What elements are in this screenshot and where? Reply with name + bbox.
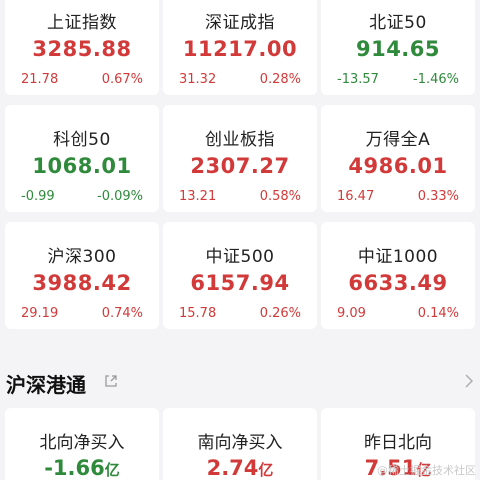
index-name: 创业板指: [205, 130, 275, 150]
flow-unit: 亿: [104, 461, 120, 479]
index-change-pct: 0.74%: [101, 306, 143, 321]
share-icon[interactable]: [104, 374, 118, 388]
index-price: 3988.42: [32, 271, 132, 295]
index-change: 31.32: [179, 72, 217, 87]
index-name: 中证1000: [357, 247, 439, 267]
index-change: 29.19: [21, 306, 59, 321]
index-change-pct: -1.46%: [413, 72, 459, 87]
flow-card[interactable]: 南向净买入 2.74亿: [163, 408, 317, 480]
index-card[interactable]: 北证50 914.65 -13.57 -1.46%: [321, 0, 475, 95]
flow-unit: 亿: [258, 461, 274, 479]
index-change-pct: 0.67%: [101, 72, 143, 87]
index-change-pct: 0.14%: [417, 306, 459, 321]
index-card[interactable]: 创业板指 2307.27 13.21 0.58%: [163, 105, 317, 212]
index-change: -0.99: [21, 189, 55, 204]
section-title: 沪深港通: [6, 373, 86, 397]
index-price: 3285.88: [32, 37, 132, 61]
flow-value: 2.74: [206, 456, 259, 480]
flow-name: 南向净买入: [197, 433, 283, 453]
index-change: 15.78: [179, 306, 217, 321]
index-grid: 上证指数 3285.88 21.78 0.67% 深证成指 11217.00 3…: [5, 0, 475, 329]
index-change-pct: 0.26%: [259, 306, 301, 321]
index-change: 13.21: [179, 189, 217, 204]
index-change: 9.09: [337, 306, 366, 321]
flow-value-wrap: 2.74亿: [163, 456, 317, 480]
index-price: 1068.01: [32, 154, 132, 178]
index-name: 万得全A: [365, 130, 431, 150]
section-header[interactable]: 沪深港通: [0, 355, 480, 407]
index-price: 2307.27: [190, 154, 290, 178]
index-change-pct: 0.58%: [259, 189, 301, 204]
index-change: -13.57: [337, 72, 379, 87]
index-name: 科创50: [53, 130, 111, 150]
index-name: 深证成指: [205, 13, 275, 33]
chevron-right-icon[interactable]: [464, 372, 474, 390]
index-card[interactable]: 深证成指 11217.00 31.32 0.28%: [163, 0, 317, 95]
index-change: 16.47: [337, 189, 375, 204]
index-card[interactable]: 万得全A 4986.01 16.47 0.33%: [321, 105, 475, 212]
flow-card[interactable]: 北向净买入 -1.66亿: [5, 408, 159, 480]
index-price: 914.65: [355, 37, 441, 61]
watermark: @稀土掘金技术社区: [377, 464, 476, 477]
index-card[interactable]: 科创50 1068.01 -0.99 -0.09%: [5, 105, 159, 212]
flow-value: -1.66: [44, 456, 105, 480]
flow-value-wrap: -1.66亿: [5, 456, 159, 480]
index-card[interactable]: 中证500 6157.94 15.78 0.26%: [163, 222, 317, 329]
index-name: 北证50: [369, 13, 427, 33]
index-card[interactable]: 上证指数 3285.88 21.78 0.67%: [5, 0, 159, 95]
index-change-pct: -0.09%: [97, 189, 143, 204]
index-price: 6633.49: [348, 271, 448, 295]
index-card[interactable]: 中证1000 6633.49 9.09 0.14%: [321, 222, 475, 329]
index-price: 6157.94: [190, 271, 290, 295]
flow-name: 昨日北向: [364, 433, 432, 453]
index-name: 沪深300: [47, 247, 117, 267]
index-name: 中证500: [205, 247, 275, 267]
index-change-pct: 0.33%: [417, 189, 459, 204]
index-change: 21.78: [21, 72, 59, 87]
flow-name: 北向净买入: [39, 433, 125, 453]
index-price: 11217.00: [182, 37, 298, 61]
index-price: 4986.01: [348, 154, 448, 178]
index-card[interactable]: 沪深300 3988.42 29.19 0.74%: [5, 222, 159, 329]
index-name: 上证指数: [47, 13, 117, 33]
index-change-pct: 0.28%: [259, 72, 301, 87]
